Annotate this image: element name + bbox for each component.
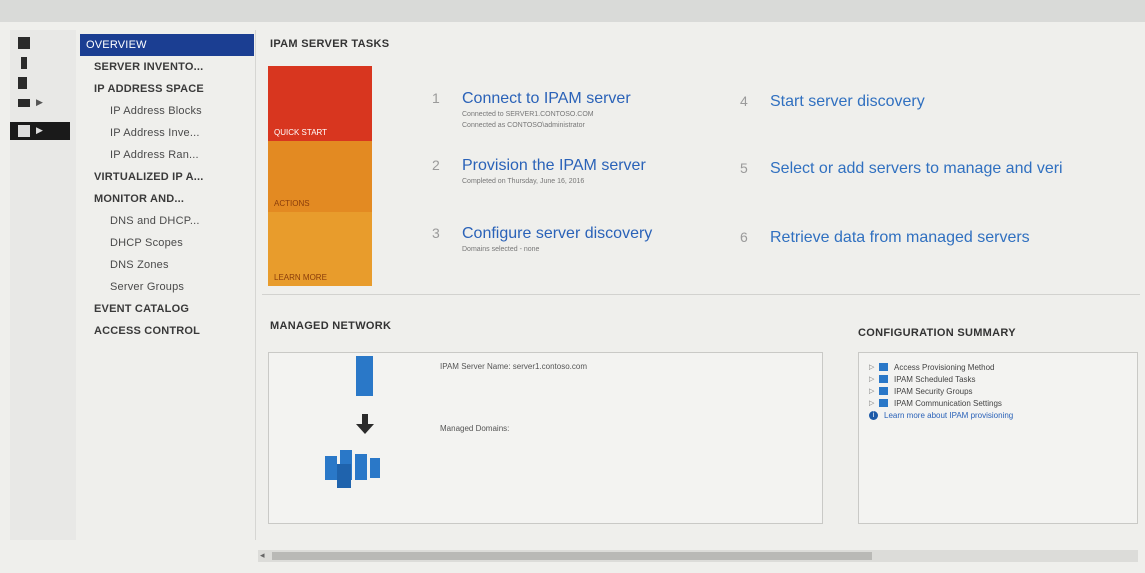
configure-discovery-link[interactable]: Configure server discovery xyxy=(462,225,652,243)
window-top-strip xyxy=(0,0,1145,22)
config-item[interactable]: ▷ IPAM Security Groups xyxy=(869,385,1137,397)
retrieve-data-link[interactable]: Retrieve data from managed servers xyxy=(770,229,1030,247)
nav-access-control[interactable]: ACCESS CONTROL xyxy=(80,320,260,342)
task-status: Completed on Thursday, June 16, 2016 xyxy=(462,178,585,185)
learn-more-text: Learn more about IPAM provisioning xyxy=(884,411,1014,420)
nav-server-groups[interactable]: Server Groups xyxy=(80,276,260,298)
task-number: 6 xyxy=(740,229,748,245)
config-item-label: IPAM Security Groups xyxy=(894,386,973,396)
task-status: Connected to SERVER1.CONTOSO.COM xyxy=(462,111,594,118)
dashboard-nav-icon[interactable] xyxy=(18,34,52,52)
expand-arrow-icon: ▶ xyxy=(36,126,43,136)
config-item-label: IPAM Scheduled Tasks xyxy=(894,374,976,384)
server-icon xyxy=(21,57,27,69)
expand-arrow-icon: ▶ xyxy=(36,98,43,108)
nav-virtualized-ip[interactable]: VIRTUALIZED IP A... xyxy=(80,166,260,188)
task-connect: 1 Connect to IPAM server Connected to SE… xyxy=(432,90,631,130)
local-server-nav-icon[interactable] xyxy=(18,54,52,72)
expand-caret-icon: ▷ xyxy=(869,375,875,383)
config-item[interactable]: ▷ IPAM Scheduled Tasks xyxy=(869,373,1137,385)
task-provision: 2 Provision the IPAM server Completed on… xyxy=(432,157,646,186)
task-number: 1 xyxy=(432,90,440,106)
expand-caret-icon: ▷ xyxy=(869,387,875,395)
nav-monitor-and-manage[interactable]: MONITOR AND... xyxy=(80,188,260,210)
ipam-icon xyxy=(18,125,30,137)
provisioning-icon xyxy=(879,363,888,371)
nav-ip-address-blocks[interactable]: IP Address Blocks xyxy=(80,100,260,122)
task-number: 3 xyxy=(432,225,440,241)
sidebar-divider xyxy=(255,30,256,540)
task-number: 2 xyxy=(432,157,440,173)
config-item-label: IPAM Communication Settings xyxy=(894,398,1002,408)
ipam-nav-icon[interactable]: ▶ xyxy=(10,122,70,140)
task-number: 4 xyxy=(740,93,748,109)
config-item[interactable]: ▷ Access Provisioning Method xyxy=(869,361,1137,373)
learn-more-ipam-link[interactable]: i Learn more about IPAM provisioning xyxy=(869,411,1137,420)
nav-dns-zones[interactable]: DNS Zones xyxy=(80,254,260,276)
task-status: Domains selected - none xyxy=(462,246,540,253)
ipam-navigation-tree: OVERVIEW SERVER INVENTO... IP ADDRESS SP… xyxy=(80,34,260,342)
configuration-summary-panel: ▷ Access Provisioning Method ▷ IPAM Schedu… xyxy=(858,352,1138,524)
security-groups-icon xyxy=(879,387,888,395)
task-number: 5 xyxy=(740,160,748,176)
network-nav-icon[interactable]: ▶ xyxy=(18,94,52,112)
nav-ip-address-ranges[interactable]: IP Address Ran... xyxy=(80,144,260,166)
configuration-summary-title: CONFIGURATION SUMMARY xyxy=(858,327,1016,339)
task-select-servers: 5 Select or add servers to manage and ve… xyxy=(740,160,1063,178)
actions-label: ACTIONS xyxy=(274,199,310,208)
task-start-discovery: 4 Start server discovery xyxy=(740,93,925,111)
nav-ip-address-inventory[interactable]: IP Address Inve... xyxy=(80,122,260,144)
arrow-down-icon xyxy=(356,414,374,434)
managed-domains: Managed Domains: xyxy=(440,424,510,433)
servers-icon xyxy=(18,77,27,89)
managed-network-title: MANAGED NETWORK xyxy=(270,320,392,332)
communication-settings-icon xyxy=(879,399,888,407)
dashboard-icon xyxy=(18,37,30,49)
scheduled-tasks-icon xyxy=(879,375,888,383)
start-discovery-link[interactable]: Start server discovery xyxy=(770,93,925,111)
learn-more-label: LEARN MORE xyxy=(274,273,327,282)
learn-more-tile[interactable]: LEARN MORE xyxy=(268,212,372,286)
task-configure-discovery: 3 Configure server discovery Domains sel… xyxy=(432,225,652,254)
network-icon xyxy=(18,99,30,107)
task-retrieve-data: 6 Retrieve data from managed servers xyxy=(740,229,1030,247)
config-item-label: Access Provisioning Method xyxy=(894,362,995,372)
task-status: Connected as CONTOSO\administrator xyxy=(462,122,585,129)
horizontal-scrollbar[interactable]: ◂ xyxy=(258,550,1138,562)
ipam-server-icon xyxy=(356,356,373,396)
nav-event-catalog[interactable]: EVENT CATALOG xyxy=(80,298,260,320)
nav-overview[interactable]: OVERVIEW xyxy=(80,34,254,56)
expand-caret-icon: ▷ xyxy=(869,363,875,371)
managed-network-panel xyxy=(268,352,823,524)
quick-start-label: QUICK START xyxy=(274,128,328,137)
nav-dns-and-dhcp[interactable]: DNS and DHCP... xyxy=(80,210,260,232)
provision-ipam-link[interactable]: Provision the IPAM server xyxy=(462,157,646,175)
connect-to-ipam-link[interactable]: Connect to IPAM server xyxy=(462,90,631,108)
select-servers-link[interactable]: Select or add servers to manage and veri xyxy=(770,160,1063,178)
nav-dhcp-scopes[interactable]: DHCP Scopes xyxy=(80,232,260,254)
actions-tile[interactable]: ACTIONS xyxy=(268,141,372,212)
config-item[interactable]: ▷ IPAM Communication Settings xyxy=(869,397,1137,409)
managed-servers-icon xyxy=(325,450,380,488)
expand-caret-icon: ▷ xyxy=(869,399,875,407)
info-icon: i xyxy=(869,411,878,420)
scroll-left-icon[interactable]: ◂ xyxy=(260,550,265,562)
ipam-server-tasks-title: IPAM SERVER TASKS xyxy=(270,38,390,50)
quick-start-tile[interactable]: QUICK START xyxy=(268,66,372,141)
nav-ip-address-space[interactable]: IP ADDRESS SPACE xyxy=(80,78,260,100)
ipam-server-name: IPAM Server Name: server1.contoso.com xyxy=(440,362,588,371)
scrollbar-thumb[interactable] xyxy=(272,552,872,560)
section-divider xyxy=(262,294,1140,295)
all-servers-nav-icon[interactable] xyxy=(18,74,52,92)
nav-server-inventory[interactable]: SERVER INVENTO... xyxy=(80,56,260,78)
